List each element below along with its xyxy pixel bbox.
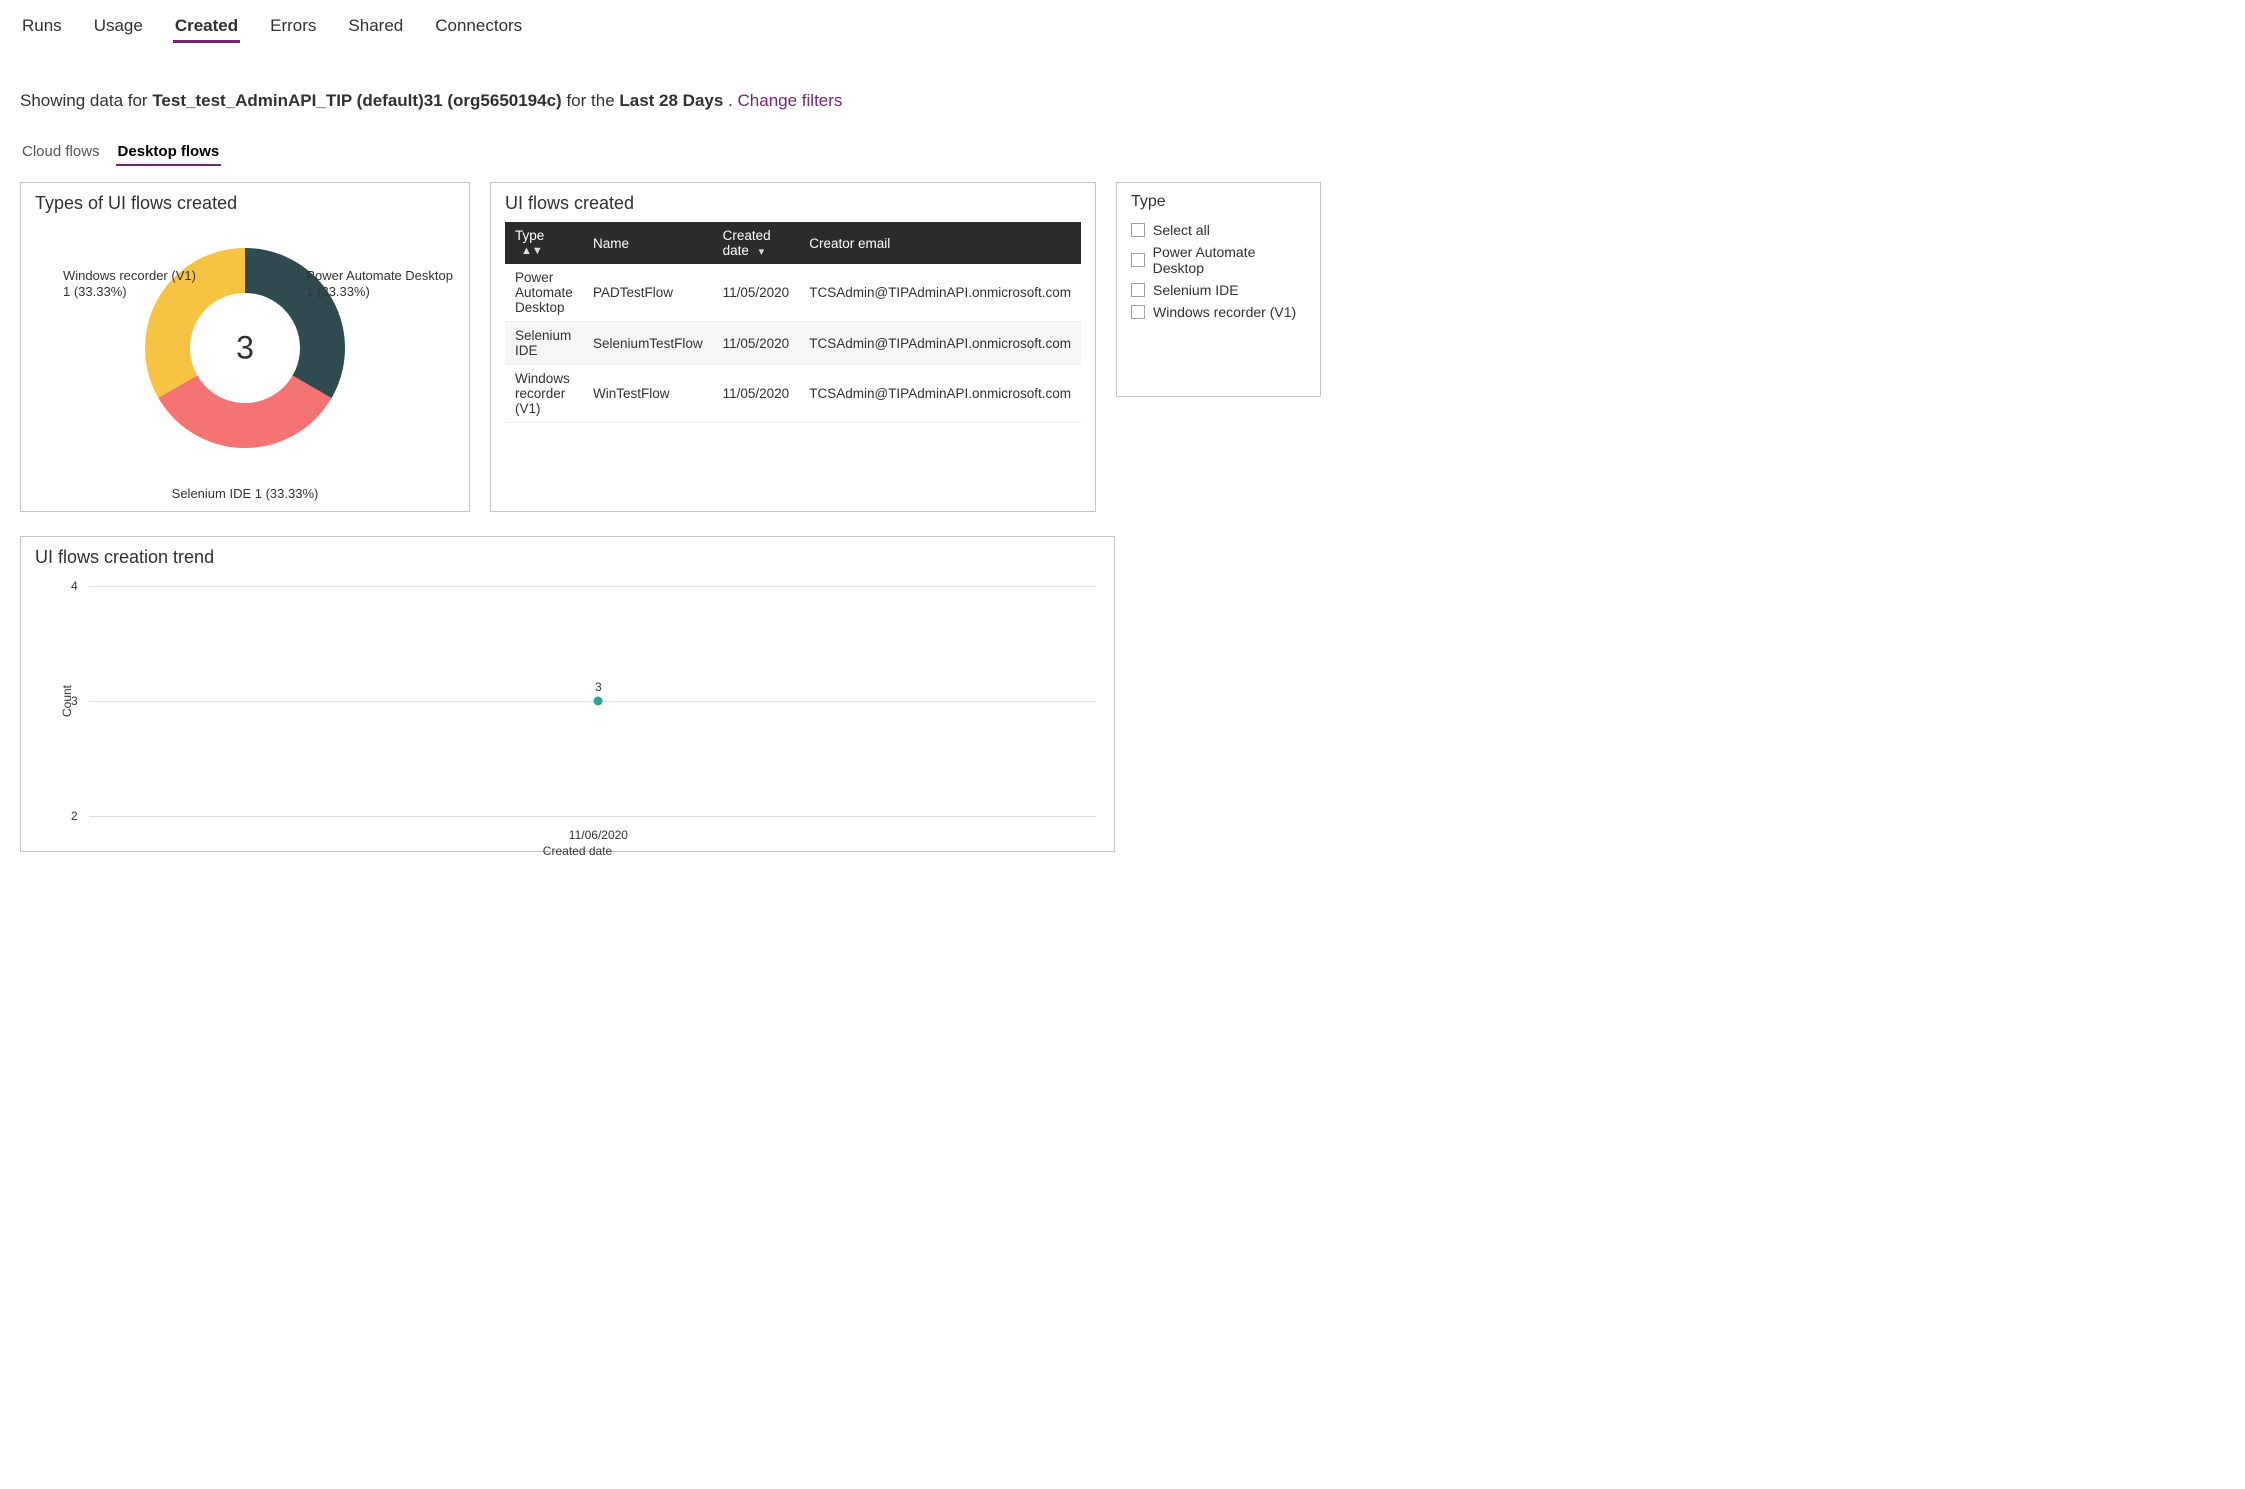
data-point <box>594 697 603 706</box>
cell-date: 11/05/2020 <box>713 264 800 322</box>
filter-option-label: Windows recorder (V1) <box>1153 304 1296 320</box>
tab-usage[interactable]: Usage <box>92 12 145 43</box>
tab-errors[interactable]: Errors <box>268 12 318 43</box>
cell-name: WinTestFlow <box>583 365 713 423</box>
trend-line-chart[interactable]: Count 4 3 2 3 11/06/2020 Created date <box>55 576 1100 826</box>
filter-card-title: Type <box>1131 193 1306 211</box>
tab-connectors[interactable]: Connectors <box>433 12 524 43</box>
y-tick: 3 <box>71 694 78 708</box>
cell-name: PADTestFlow <box>583 264 713 322</box>
cell-type: Selenium IDE <box>505 322 583 365</box>
donut-label-power-automate-desktop: Power Automate Desktop 1 (33.33%) <box>306 268 453 301</box>
col-header-type[interactable]: Type ▲▼ <box>505 222 583 264</box>
filter-option-label: Power Automate Desktop <box>1153 244 1306 276</box>
cell-email: TCSAdmin@TIPAdminAPI.onmicrosoft.com <box>799 264 1081 322</box>
cell-email: TCSAdmin@TIPAdminAPI.onmicrosoft.com <box>799 322 1081 365</box>
filter-suffix: . <box>728 91 737 110</box>
donut-center-value: 3 <box>236 330 254 367</box>
col-header-created-date[interactable]: Created date ▾ <box>713 222 800 264</box>
checkbox-icon <box>1131 305 1145 319</box>
filter-option-selenium-ide[interactable]: Selenium IDE <box>1131 279 1306 301</box>
tab-shared[interactable]: Shared <box>346 12 405 43</box>
cell-email: TCSAdmin@TIPAdminAPI.onmicrosoft.com <box>799 365 1081 423</box>
checkbox-icon <box>1131 283 1145 297</box>
x-axis-label: Created date <box>543 844 612 858</box>
filter-env-name: Test_test_AdminAPI_TIP (default)31 (org5… <box>152 91 561 110</box>
change-filters-link[interactable]: Change filters <box>738 91 843 110</box>
filter-mid: for the <box>566 91 619 110</box>
top-tabs: Runs Usage Created Errors Shared Connect… <box>20 10 2225 51</box>
cell-type: Windows recorder (V1) <box>505 365 583 423</box>
gridline <box>89 816 1096 817</box>
subtab-desktop-flows[interactable]: Desktop flows <box>116 141 222 166</box>
ui-flows-created-table-card: UI flows created Type ▲▼ Name Created da… <box>490 182 1096 512</box>
filter-option-windows-recorder[interactable]: Windows recorder (V1) <box>1131 301 1306 323</box>
trend-card-title: UI flows creation trend <box>35 547 1100 568</box>
cell-name: SeleniumTestFlow <box>583 322 713 365</box>
data-point-label: 3 <box>595 680 602 694</box>
gridline <box>89 586 1096 587</box>
chevron-down-icon: ▾ <box>759 245 765 258</box>
col-header-creator-email[interactable]: Creator email <box>799 222 1081 264</box>
tab-created[interactable]: Created <box>173 12 240 43</box>
table-row[interactable]: Power Automate Desktop PADTestFlow 11/05… <box>505 264 1081 322</box>
cell-date: 11/05/2020 <box>713 365 800 423</box>
filter-option-power-automate-desktop[interactable]: Power Automate Desktop <box>1131 241 1306 279</box>
cell-date: 11/05/2020 <box>713 322 800 365</box>
donut-chart[interactable]: 3 Power Automate Desktop 1 (33.33%) Wind… <box>35 222 455 502</box>
filter-prefix: Showing data for <box>20 91 152 110</box>
types-card-title: Types of UI flows created <box>35 193 455 214</box>
filter-option-label: Select all <box>1153 222 1210 238</box>
col-header-name[interactable]: Name <box>583 222 713 264</box>
ui-flows-table: Type ▲▼ Name Created date ▾ Creator emai… <box>505 222 1081 423</box>
checkbox-icon <box>1131 223 1145 237</box>
sort-both-icon: ▲▼ <box>521 245 543 257</box>
x-tick: 11/06/2020 <box>569 828 628 842</box>
filter-option-select-all[interactable]: Select all <box>1131 219 1306 241</box>
filter-option-label: Selenium IDE <box>1153 282 1239 298</box>
filter-range: Last 28 Days <box>619 91 723 110</box>
ui-flows-creation-trend-card: UI flows creation trend Count 4 3 2 3 11… <box>20 536 1115 852</box>
y-tick: 4 <box>71 579 78 593</box>
flow-type-tabs: Cloud flows Desktop flows <box>20 141 2225 166</box>
checkbox-icon <box>1131 253 1145 267</box>
table-row[interactable]: Selenium IDE SeleniumTestFlow 11/05/2020… <box>505 322 1081 365</box>
subtab-cloud-flows[interactable]: Cloud flows <box>20 141 102 166</box>
donut-label-selenium-ide: Selenium IDE 1 (33.33%) <box>172 486 319 502</box>
gridline <box>89 701 1096 702</box>
types-of-ui-flows-card: Types of UI flows created 3 Power Automa… <box>20 182 470 512</box>
y-tick: 2 <box>71 809 78 823</box>
filter-summary: Showing data for Test_test_AdminAPI_TIP … <box>20 91 2225 111</box>
table-card-title: UI flows created <box>505 193 1081 214</box>
tab-runs[interactable]: Runs <box>20 12 64 43</box>
donut-label-windows-recorder: Windows recorder (V1) 1 (33.33%) <box>63 268 196 301</box>
type-filter-slicer: Type Select all Power Automate Desktop S… <box>1116 182 1321 397</box>
cell-type: Power Automate Desktop <box>505 264 583 322</box>
table-row[interactable]: Windows recorder (V1) WinTestFlow 11/05/… <box>505 365 1081 423</box>
